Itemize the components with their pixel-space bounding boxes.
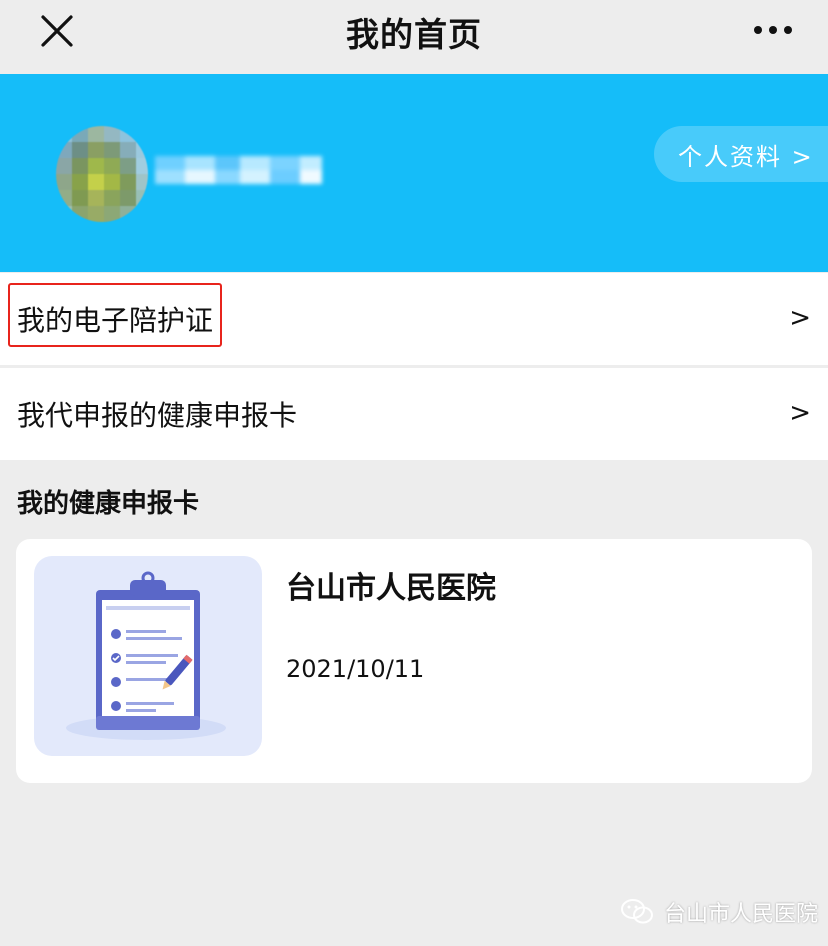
menu-item-label: 我代申报的健康申报卡 [17, 399, 298, 432]
highlight-box [8, 283, 222, 347]
profile-details-button[interactable]: 个人资料 > [654, 126, 828, 182]
menu-item-proxy-health-cards[interactable]: 我代申报的健康申报卡 > [0, 368, 828, 460]
nav-bar: 我的首页 [0, 0, 828, 74]
watermark-text: 台山市人民医院 [664, 902, 819, 927]
chevron-right-icon: > [789, 303, 811, 333]
card-hospital-name: 台山市人民医院 [286, 571, 496, 606]
more-icon[interactable] [748, 20, 798, 40]
username-redacted [155, 150, 325, 194]
chevron-right-icon: > [789, 398, 811, 428]
watermark: 台山市人民医院 [620, 895, 818, 929]
avatar[interactable] [56, 126, 148, 222]
wechat-icon [621, 899, 653, 924]
card-date: 2021/10/11 [286, 655, 425, 683]
page-title: 我的首页 [346, 15, 482, 54]
section-title: 我的健康申报卡 [17, 489, 200, 519]
card-thumbnail [34, 556, 262, 756]
clipboard-icon [66, 571, 226, 740]
health-card[interactable]: 台山市人民医院 2021/10/11 [16, 539, 812, 783]
